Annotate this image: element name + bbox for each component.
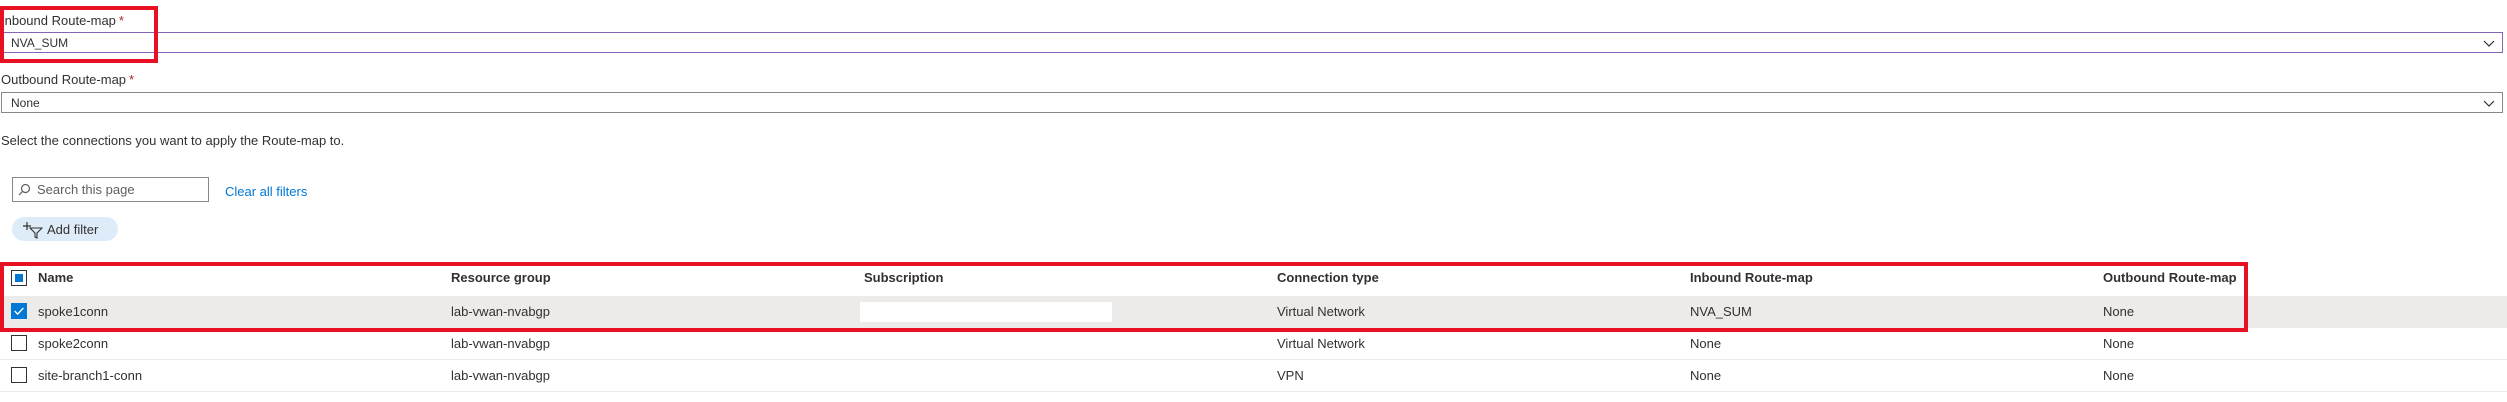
table-row[interactable]: site-branch1-conn lab-vwan-nvabgp VPN No… (0, 360, 2507, 391)
column-header-inbound-route-map[interactable]: Inbound Route-map (1690, 270, 1813, 285)
cell-resource-group: lab-vwan-nvabgp (451, 336, 551, 351)
cell-name: spoke2conn (38, 336, 109, 351)
instructions-text: Select the connections you want to apply… (1, 133, 345, 148)
outbound-route-map-label: Outbound Route-map * (1, 72, 134, 87)
select-all-checkbox[interactable] (11, 270, 27, 286)
cell-subscription-redacted (860, 302, 1112, 322)
column-header-subscription[interactable]: Subscription (864, 270, 943, 285)
chevron-down-icon (2483, 100, 2495, 107)
required-marker: * (118, 13, 124, 28)
outbound-route-map-dropdown[interactable]: None (1, 92, 2503, 113)
search-icon (18, 183, 31, 196)
inbound-route-map-label: Inbound Route-map * (1, 13, 124, 28)
cell-inbound-route-map: None (1690, 368, 1722, 383)
cell-name: site-branch1-conn (38, 368, 143, 383)
clear-all-filters-link[interactable]: Clear all filters (225, 184, 307, 199)
table-row[interactable]: spoke2conn lab-vwan-nvabgp Virtual Netwo… (0, 328, 2507, 359)
cell-outbound-route-map: None (2103, 304, 2135, 319)
table-row[interactable]: spoke1conn lab-vwan-nvabgp Virtual Netwo… (0, 296, 2507, 327)
checkmark-icon (14, 307, 24, 316)
column-header-name[interactable]: Name (38, 270, 73, 285)
outbound-route-map-value: None (11, 96, 40, 110)
row-checkbox[interactable] (11, 367, 27, 383)
column-header-outbound-route-map[interactable]: Outbound Route-map (2103, 270, 2237, 285)
required-marker: * (129, 72, 135, 87)
cell-resource-group: lab-vwan-nvabgp (451, 368, 551, 383)
add-filter-label: Add filter (47, 222, 99, 237)
row-checkbox[interactable] (11, 303, 27, 319)
add-filter-button[interactable]: Add filter (12, 217, 118, 241)
cell-inbound-route-map: None (1690, 336, 1722, 351)
inbound-route-map-value: NVA_SUM (11, 36, 69, 50)
row-checkbox[interactable] (11, 335, 27, 351)
outbound-label-text: Outbound Route-map (1, 72, 127, 87)
inbound-route-map-dropdown[interactable]: NVA_SUM (1, 32, 2503, 53)
cell-name: spoke1conn (38, 304, 109, 319)
add-filter-icon (23, 222, 43, 239)
column-header-connection-type[interactable]: Connection type (1277, 270, 1379, 285)
cell-inbound-route-map: NVA_SUM (1690, 304, 1752, 319)
row-divider (0, 391, 2507, 392)
column-header-resource-group[interactable]: Resource group (451, 270, 551, 285)
cell-outbound-route-map: None (2103, 368, 2135, 383)
search-input[interactable] (12, 177, 209, 202)
cell-outbound-route-map: None (2103, 336, 2135, 351)
cell-connection-type: Virtual Network (1277, 336, 1365, 351)
inbound-label-text: Inbound Route-map (1, 13, 116, 28)
cell-connection-type: VPN (1277, 368, 1304, 383)
cell-resource-group: lab-vwan-nvabgp (451, 304, 551, 319)
chevron-down-icon (2483, 40, 2495, 47)
cell-connection-type: Virtual Network (1277, 304, 1365, 319)
